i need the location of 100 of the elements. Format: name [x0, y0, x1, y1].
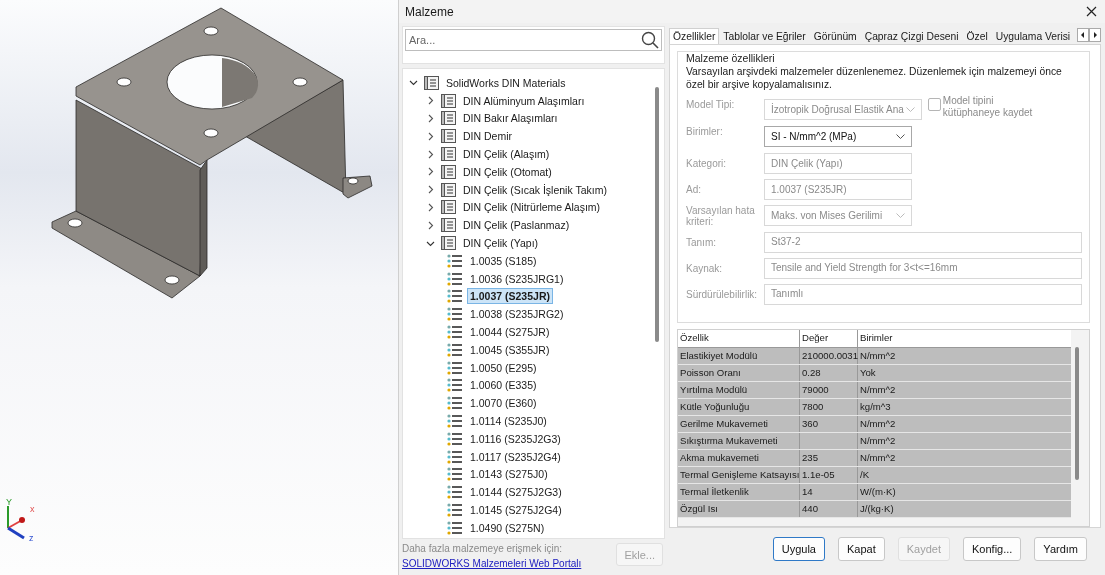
dialog-button[interactable]: Uygula [772, 537, 825, 561]
tree-item[interactable]: 1.0143 (S275J0) [467, 466, 551, 483]
search-icon [641, 31, 659, 49]
chevron-icon[interactable] [426, 114, 435, 123]
chevron-icon[interactable] [426, 131, 435, 141]
footer-note: Daha fazla malzemeye erişmek için: [402, 543, 564, 554]
column-header: Birimler [859, 331, 894, 346]
folder-icon [441, 93, 456, 108]
tree-item[interactable]: DIN Çelik (Alaşım) [460, 146, 553, 163]
chevron-icon[interactable] [426, 220, 435, 230]
chevron-icon[interactable] [426, 167, 435, 177]
tree-item[interactable]: SolidWorks DIN Materials [443, 74, 569, 91]
tree-item[interactable]: 1.0117 (S235J2G4) [467, 448, 564, 465]
tree-item[interactable]: 1.0044 (S275JR) [467, 324, 553, 341]
close-icon[interactable] [1086, 6, 1097, 17]
column-header: Özellik [678, 330, 800, 348]
folder-icon [441, 182, 456, 197]
table-cell: 79000 [800, 382, 858, 399]
tree-item[interactable]: 1.0144 (S275J2G3) [467, 484, 565, 501]
folder-icon [424, 75, 439, 90]
material-icon [447, 271, 463, 286]
tree-item[interactable]: 1.0070 (E360) [467, 395, 540, 412]
tree-item[interactable]: DIN Çelik (Otomat) [460, 163, 555, 180]
tree-item[interactable]: 1.0036 (S235JRG1) [467, 270, 567, 287]
scroll-left-icon[interactable] [1077, 28, 1089, 42]
field-label: Tanım: [686, 236, 717, 250]
tree-item[interactable]: 1.0060 (E335) [467, 377, 540, 394]
material-icon [447, 431, 463, 446]
tree-item[interactable]: DIN Çelik (Yapı) [460, 235, 542, 252]
tree-item[interactable]: DIN Çelik (Sıcak İşlenik Takım) [460, 181, 610, 198]
dialog-button[interactable]: Yardım [1034, 537, 1087, 561]
table-cell-text: /K [859, 468, 871, 483]
tree-item[interactable]: 1.0114 (S235J0) [467, 413, 550, 430]
tab[interactable]: Çapraz Çizgi Deseni [860, 28, 963, 44]
material-icon [447, 360, 463, 375]
table-cell-text: N/mm^2 [859, 383, 897, 398]
dropdown[interactable]: SI - N/mm^2 (MPa) [764, 126, 912, 147]
table-cell: Özgül Isı [678, 501, 800, 518]
field-label: Model Tipi: [686, 99, 736, 112]
table-cell: 1.1e-05 [800, 467, 858, 484]
chevron-icon[interactable] [426, 202, 435, 212]
tree-item[interactable]: 1.0145 (S275J2G4) [467, 502, 565, 518]
table-cell-text: W/(m·K) [859, 485, 897, 500]
web-portal-link[interactable]: SOLIDWORKS Malzemeleri Web Portalı [402, 558, 582, 569]
axis-triad-icon [7, 505, 25, 540]
table-cell: Elastikiyet Modülü [678, 348, 800, 365]
field-label: Sürdürülebilirlik: [686, 288, 759, 302]
tree-item[interactable]: DIN Bakır Alaşımları [460, 110, 561, 127]
table-cell: 360 [800, 416, 858, 433]
dialog-button[interactable]: Konfig... [963, 537, 1022, 561]
material-icon [447, 396, 463, 411]
tree-item[interactable]: 1.0037 (S235JR) [467, 288, 553, 305]
chevron-icon[interactable] [409, 78, 418, 88]
column-header: Değer [800, 330, 858, 348]
table-cell: Akma mukavemeti [678, 450, 800, 467]
folder-icon [441, 147, 456, 162]
material-icon [447, 467, 463, 482]
search-field[interactable]: Ara... [405, 29, 662, 51]
tree-item[interactable]: 1.0045 (S355JR) [467, 341, 553, 358]
tab[interactable]: Uygulama Verisi [991, 28, 1075, 44]
tree-item[interactable]: DIN Çelik (Paslanmaz) [460, 217, 573, 234]
chevron-icon[interactable] [426, 149, 435, 159]
table-cell: 210000.0031 [800, 348, 858, 365]
tree-item[interactable]: 1.0116 (S235J2G3) [467, 430, 564, 447]
tree-item[interactable]: 1.0038 (S235JRG2) [467, 306, 567, 323]
folder-icon [441, 218, 456, 233]
tree-item[interactable]: DIN Alüminyum Alaşımları [460, 92, 588, 109]
scroll-right-icon[interactable] [1089, 28, 1101, 42]
tree-item[interactable]: DIN Demir [460, 128, 515, 145]
tree-item[interactable]: 1.0050 (E295) [467, 359, 540, 376]
tab[interactable]: Görünüm [809, 28, 861, 44]
group-title: Malzeme özellikleri [686, 52, 777, 64]
field-label: Birimler: [686, 126, 724, 139]
chevron-icon[interactable] [426, 96, 435, 106]
tree-item[interactable]: DIN Çelik (Nitrürleme Alaşım) [460, 199, 604, 216]
table-cell: Termal İletkenlik [678, 484, 800, 501]
folder-icon [441, 164, 456, 179]
chevron-icon[interactable] [426, 185, 435, 195]
material-icon [447, 520, 463, 535]
material-icon [447, 414, 463, 429]
tab[interactable]: Özel [962, 28, 992, 44]
table-cell-text: N/mm^2 [859, 417, 897, 432]
table-cell: Termal Genişleme Katsayısı [678, 467, 800, 484]
folder-icon [441, 200, 456, 215]
caret-icon [905, 106, 915, 113]
tab[interactable]: Tablolar ve Eğriler [719, 28, 810, 44]
caret-icon [896, 212, 905, 219]
table-cell: Yırtılma Modülü [678, 382, 800, 399]
tab[interactable]: Özellikler [669, 28, 720, 44]
material-icon [447, 342, 463, 357]
material-icon [447, 325, 463, 340]
table-cell: 440 [800, 501, 858, 518]
axis-label: Y [6, 497, 12, 507]
table-cell-text: N/mm^2 [859, 451, 897, 466]
dialog-button[interactable]: Kapat [838, 537, 885, 561]
folder-icon [441, 111, 456, 126]
material-icon [447, 289, 463, 304]
tree-item[interactable]: 1.0490 (S275N) [467, 519, 548, 536]
tree-item[interactable]: 1.0035 (S185) [467, 252, 540, 269]
table-cell: 7800 [800, 399, 858, 416]
